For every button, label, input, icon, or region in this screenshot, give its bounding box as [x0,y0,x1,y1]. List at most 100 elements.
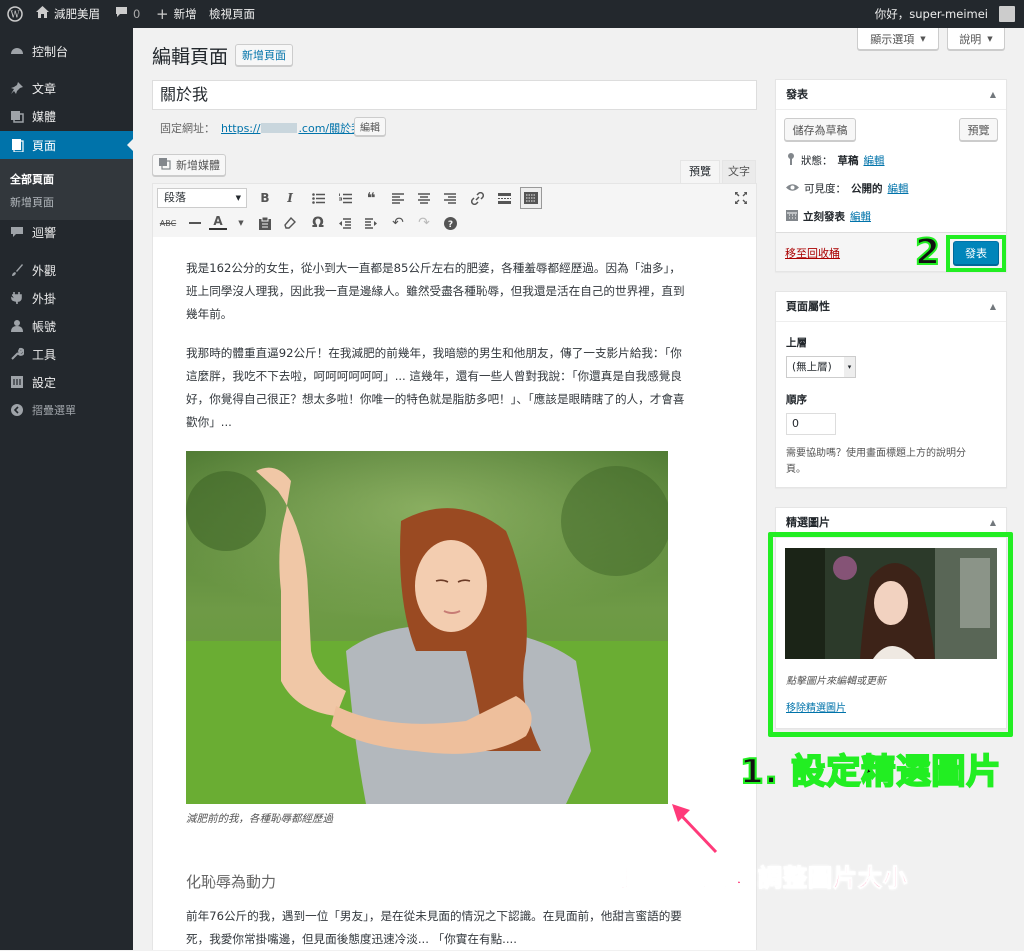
screen-options-button[interactable]: 顯示選項 ▼ [857,28,939,50]
move-to-trash-link[interactable]: 移至回收桶 [785,245,840,261]
featured-image-title: 精選圖片 [786,516,830,529]
outdent-icon[interactable] [336,214,354,232]
paste-text-icon[interactable] [256,214,274,232]
strikethrough-icon[interactable]: ABC [159,214,177,232]
toolbar-toggle-icon[interactable] [520,187,542,209]
menu-label: 設定 [32,375,57,390]
new-label: 新增 [173,7,197,21]
collapse-triangle-icon[interactable]: ▲ [990,292,996,322]
menu-item-settings[interactable]: 設定 [0,368,133,396]
link-icon[interactable] [468,189,486,207]
svg-text:?: ? [447,220,452,230]
menu-item-users[interactable]: 帳號 [0,312,133,340]
triangle-down-icon[interactable]: ▼ [232,214,250,232]
visibility-label: 可見度： [804,183,846,195]
italic-icon[interactable]: I [281,189,299,207]
menu-item-pages[interactable]: 頁面 [0,131,133,159]
plus-icon: + [156,5,169,23]
schedule-edit-link[interactable]: 編輯 [850,209,871,224]
horizontal-line-icon[interactable] [186,214,204,232]
new-content-link[interactable]: + 新增 [156,0,197,28]
undo-icon[interactable]: ↶ [389,214,407,232]
fullscreen-icon[interactable] [732,189,750,207]
media-upload-icon [158,157,171,173]
order-input[interactable]: 0 [786,413,836,435]
add-media-button[interactable]: 新增媒體 [152,154,226,176]
post-title-input[interactable]: 關於我 [152,80,757,110]
tab-text[interactable]: 文字 [722,160,756,184]
view-page-link[interactable]: 檢視頁面 [209,0,255,28]
indent-icon[interactable] [362,214,380,232]
greeting-label: 你好，super-meimei [874,7,988,21]
blurred-domain [261,123,298,133]
screen-options-label: 顯示選項 [870,32,915,46]
active-arrow-icon [127,139,133,151]
numbered-list-icon[interactable] [336,189,354,207]
content-heading[interactable]: 化恥辱為動力 [186,871,276,892]
keyboard-shortcuts-icon[interactable]: ? [441,214,459,232]
menu-item-appearance[interactable]: 外觀 [0,256,133,284]
align-left-icon[interactable] [389,189,407,207]
menu-label: 媒體 [32,109,57,124]
menu-item-media[interactable]: 媒體 [0,102,133,130]
menu-item-dashboard[interactable]: 控制台 [0,37,133,65]
collapse-arrow-icon [10,403,24,417]
submenu-item-all-pages[interactable]: 全部頁面 [10,171,54,187]
redo-icon[interactable]: ↷ [415,214,433,232]
dashboard-icon [10,44,24,58]
submenu-item-new-page[interactable]: 新增頁面 [10,194,54,210]
clear-formatting-icon[interactable] [281,214,299,232]
collapse-menu-button[interactable]: 摺疊選單 [0,396,133,424]
calendar-icon [786,209,798,224]
menu-label: 迴響 [32,225,57,240]
blockquote-icon[interactable]: ❝ [362,189,380,207]
tab-visual[interactable]: 預覽 [680,160,720,184]
preview-button[interactable]: 預覽 [959,118,998,141]
triangle-down-icon: ▼ [920,34,926,43]
avatar[interactable] [999,6,1015,22]
bullet-list-icon[interactable] [309,189,327,207]
bold-icon[interactable]: B [256,189,274,207]
content-image[interactable] [186,451,668,804]
add-new-page-button[interactable]: 新增頁面 [235,44,293,66]
wordpress-logo-icon[interactable]: W [7,0,23,28]
visibility-edit-link[interactable]: 編輯 [888,181,909,196]
parent-select[interactable]: (無上層) ▾ [786,356,856,378]
menu-item-plugins[interactable]: 外掛 [0,284,133,312]
user-icon [10,319,24,333]
comments-link[interactable]: 0 [115,0,140,28]
publish-button[interactable]: 發表 [953,241,999,265]
comment-bubble-icon [115,0,128,28]
read-more-icon[interactable] [495,189,513,207]
special-character-icon[interactable]: Ω [309,214,327,232]
status-edit-link[interactable]: 編輯 [864,153,885,168]
image-caption[interactable]: 減肥前的我，各種恥辱都經歷過 [186,811,333,826]
site-name-label: 減肥美眉 [54,7,100,21]
home-icon [36,0,49,28]
content-paragraph-3[interactable]: 前年76公斤的我，遇到一位「男友」，是在從未見面的情況之下認識。在見面前，他甜言… [186,905,686,951]
page-attributes-header[interactable]: 頁面屬性 ▲ [776,292,1006,322]
menu-item-tools[interactable]: 工具 [0,340,133,368]
featured-image-thumbnail[interactable] [785,548,997,659]
publish-box-header[interactable]: 發表 ▲ [776,80,1006,110]
site-name-link[interactable]: 減肥美眉 [36,0,100,28]
format-select[interactable]: 段落 ▼ [157,188,247,208]
align-right-icon[interactable] [441,189,459,207]
save-draft-button[interactable]: 儲存為草稿 [784,118,856,141]
content-paragraph-2[interactable]: 我那時的體重直逼92公斤！在我減肥的前幾年，我暗戀的男生和他朋友，傳了一支影片給… [186,342,686,437]
help-button[interactable]: 說明 ▼ [947,28,1005,50]
collapse-triangle-icon[interactable]: ▲ [990,80,996,110]
menu-label: 文章 [32,81,57,96]
content-paragraph-1[interactable]: 我是162公分的女生，從小到大一直都是85公斤左右的肥婆，各種羞辱都經歷過。因為… [186,257,686,329]
text-color-icon[interactable]: A [209,214,227,230]
menu-item-posts[interactable]: 文章 [0,74,133,102]
menu-item-comments[interactable]: 迴響 [0,218,133,246]
triangle-down-icon: ▼ [235,194,241,202]
permalink-edit-button[interactable]: 編輯 [354,117,386,136]
account-greeting[interactable]: 你好，super-meimei [875,0,988,28]
permalink-link[interactable]: https:// .com/關於我/ [221,120,366,136]
remove-featured-image-link[interactable]: 移除精選圖片 [786,699,846,714]
menu-label: 帳號 [32,319,57,334]
align-center-icon[interactable] [415,189,433,207]
menu-label: 控制台 [32,44,69,59]
